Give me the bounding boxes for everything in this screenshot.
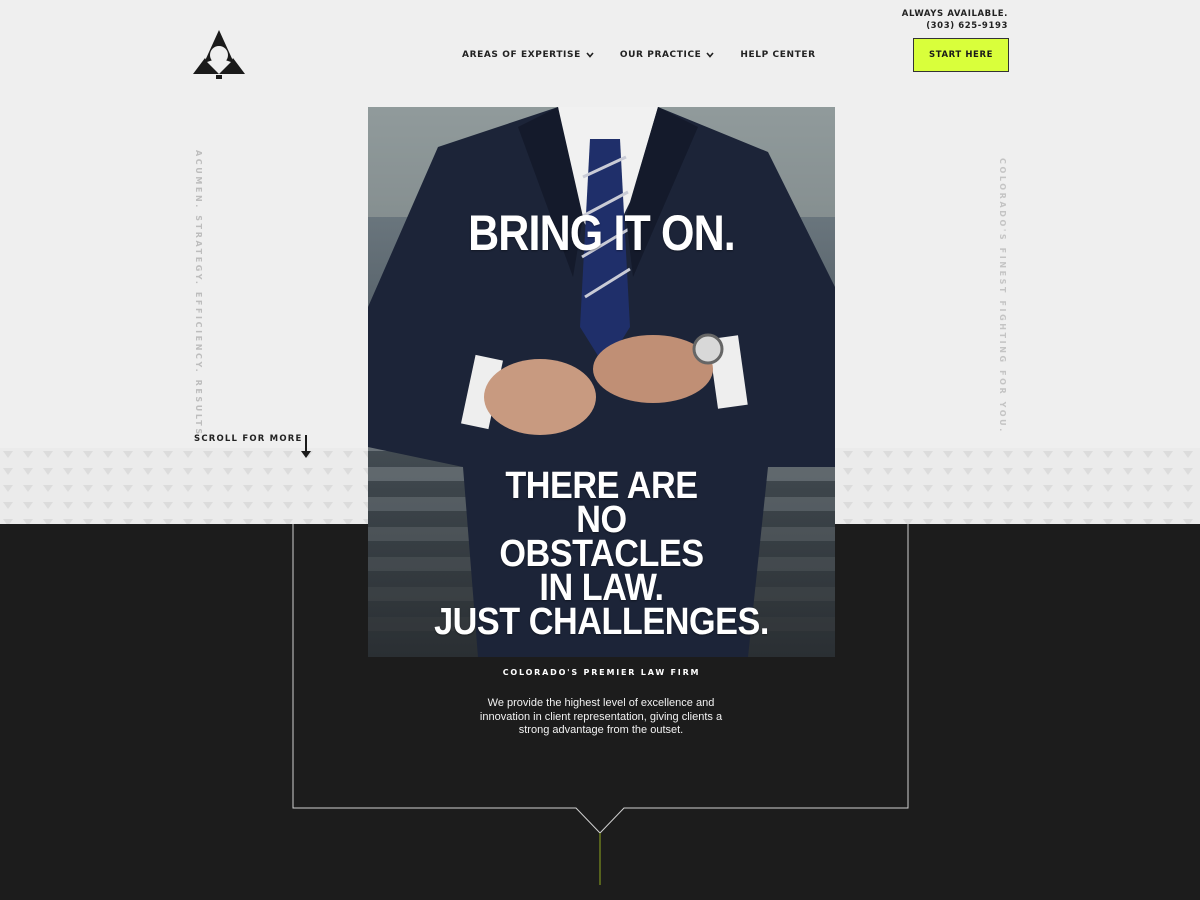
main-navigation: AREAS OF EXPERTISE OUR PRACTICE HELP CEN…	[462, 50, 816, 60]
side-tagline-right: COLORADO'S FINEST FIGHTING FOR YOU.	[998, 158, 1007, 434]
hero-headline: BRING IT ON.	[468, 205, 736, 261]
logo-mark-icon	[193, 30, 245, 79]
hero-tagline: THERE ARE NO OBSTACLES IN LAW. JUST CHAL…	[420, 465, 783, 643]
arrow-down-icon[interactable]	[300, 435, 312, 459]
firm-subheading: COLORADO'S PREMIER LAW FIRM	[502, 668, 701, 677]
tagline-line: IN LAW.	[539, 567, 664, 609]
nav-help-center[interactable]: HELP CENTER	[740, 50, 815, 60]
scroll-for-more-link[interactable]: SCROLL FOR MORE	[194, 434, 303, 444]
availability-text: ALWAYS AVAILABLE.	[901, 9, 1008, 19]
tagline-line: THERE ARE	[505, 465, 698, 507]
nav-our-practice[interactable]: OUR PRACTICE	[620, 50, 715, 60]
tagline-line: NO	[576, 499, 627, 541]
phone-number[interactable]: (303) 625-9193	[902, 20, 1008, 32]
nav-label: AREAS OF EXPERTISE	[462, 50, 581, 60]
nav-areas-of-expertise[interactable]: AREAS OF EXPERTISE	[462, 50, 594, 60]
tagline-line: OBSTACLES	[499, 533, 704, 575]
availability-info: ALWAYS AVAILABLE. (303) 625-9193	[902, 8, 1008, 32]
nav-label: OUR PRACTICE	[619, 50, 702, 60]
chevron-down-icon	[706, 52, 715, 58]
start-here-button[interactable]: START HERE	[913, 38, 1009, 72]
firm-logo[interactable]	[193, 28, 245, 80]
nav-label: HELP CENTER	[740, 50, 816, 60]
tagline-line: JUST CHALLENGES.	[434, 601, 769, 643]
firm-description: We provide the highest level of excellen…	[479, 697, 723, 736]
side-tagline-left: ACUMEN. STRATEGY. EFFICIENCY. RESULTS.	[194, 150, 203, 443]
chevron-down-icon	[586, 52, 594, 58]
